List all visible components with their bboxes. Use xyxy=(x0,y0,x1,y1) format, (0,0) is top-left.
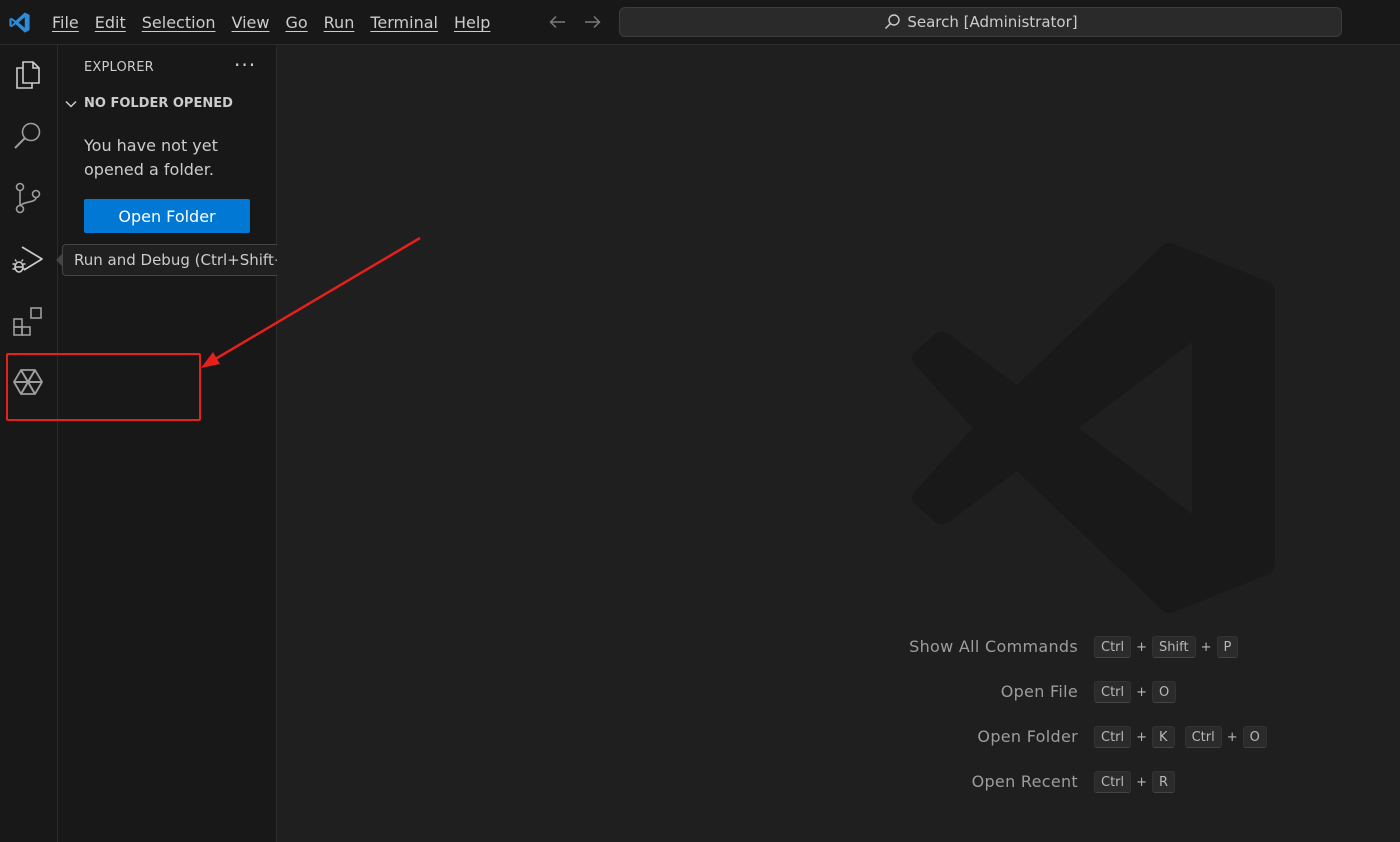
keybinding-key: K xyxy=(1152,726,1175,748)
keybinding-key: R xyxy=(1152,771,1176,793)
search-icon xyxy=(885,14,901,30)
key-plus: + xyxy=(1136,639,1148,655)
annotation-highlight-box xyxy=(6,353,201,421)
keybinding-key: O xyxy=(1152,681,1177,703)
shortcut-label[interactable]: Open Recent xyxy=(277,771,1078,793)
key-plus: + xyxy=(1200,639,1212,655)
source-control-icon[interactable] xyxy=(11,181,45,215)
menu-go[interactable]: Go xyxy=(277,0,315,45)
menu-run[interactable]: Run xyxy=(316,0,363,45)
keybinding-key: Ctrl xyxy=(1094,726,1132,748)
more-actions-button[interactable]: ··· xyxy=(234,53,256,77)
menu-view[interactable]: View xyxy=(224,0,278,45)
editor-area: Show All Commands Ctrl + Shift + P Open File Ct… xyxy=(277,45,1400,842)
shortcut-label[interactable]: Open File xyxy=(277,681,1078,703)
title-bar: File Edit Selection View Go Run Terminal… xyxy=(0,0,1400,45)
open-folder-button[interactable]: Open Folder xyxy=(84,199,250,233)
shortcut-keys: Ctrl + O xyxy=(1094,681,1177,703)
extensions-icon[interactable] xyxy=(11,305,45,339)
keybinding-key: P xyxy=(1216,636,1239,658)
keybinding-key: Shift xyxy=(1152,636,1196,658)
shortcut-label[interactable]: Open Folder xyxy=(277,726,1078,748)
vscode-logo-icon[interactable] xyxy=(8,11,31,34)
back-arrow-icon[interactable] xyxy=(548,12,568,32)
menu-terminal[interactable]: Terminal xyxy=(362,0,446,45)
key-plus: + xyxy=(1136,729,1148,745)
vscode-watermark-icon xyxy=(912,243,1275,613)
keybinding-key: O xyxy=(1242,726,1267,748)
shortcut-label[interactable]: Show All Commands xyxy=(277,636,1078,658)
menu-edit[interactable]: Edit xyxy=(87,0,134,45)
chevron-down-icon xyxy=(65,100,77,108)
command-center-search[interactable]: Search [Administrator] xyxy=(619,7,1342,37)
search-icon[interactable] xyxy=(11,119,45,153)
no-folder-message: You have not yet opened a folder. xyxy=(84,136,218,179)
menu-file[interactable]: File xyxy=(44,0,87,45)
activity-bar xyxy=(0,45,58,842)
explorer-title: EXPLORER xyxy=(84,60,154,75)
shortcut-keys: Ctrl + K Ctrl + O xyxy=(1094,726,1267,748)
menu-bar: File Edit Selection View Go Run Terminal… xyxy=(44,0,498,45)
menu-selection[interactable]: Selection xyxy=(134,0,224,45)
explorer-icon[interactable] xyxy=(11,57,45,91)
search-text: Search [Administrator] xyxy=(907,13,1078,31)
shortcut-keys: Ctrl + R xyxy=(1094,771,1176,793)
keybinding-key: Ctrl xyxy=(1094,681,1132,703)
no-folder-section-header[interactable]: NO FOLDER OPENED xyxy=(64,96,233,111)
explorer-sidebar: EXPLORER ··· NO FOLDER OPENED You have n… xyxy=(58,45,277,842)
key-plus: + xyxy=(1136,684,1148,700)
key-plus: + xyxy=(1136,774,1148,790)
section-title: NO FOLDER OPENED xyxy=(84,96,233,111)
shortcut-keys: Ctrl + Shift + P xyxy=(1094,636,1239,658)
key-plus: + xyxy=(1226,729,1238,745)
keybinding-key: Ctrl xyxy=(1094,636,1132,658)
keybinding-key: Ctrl xyxy=(1094,771,1132,793)
forward-arrow-icon[interactable] xyxy=(582,12,602,32)
keybinding-key: Ctrl xyxy=(1184,726,1222,748)
run-debug-icon[interactable] xyxy=(11,243,45,277)
menu-help[interactable]: Help xyxy=(446,0,498,45)
